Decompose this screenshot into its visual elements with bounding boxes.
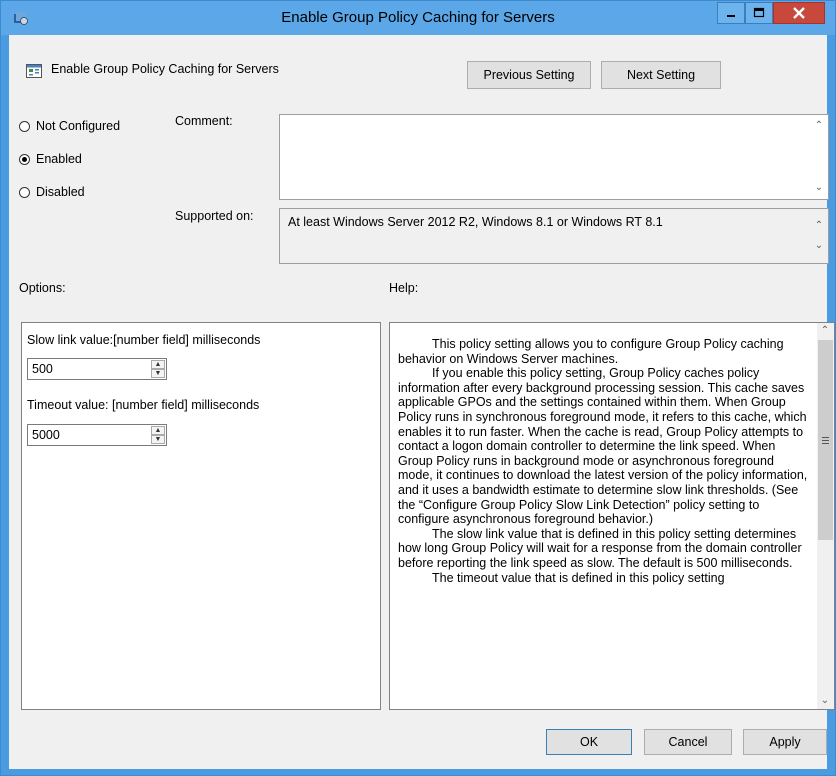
spin-up-icon[interactable]: ▲ [151, 360, 165, 369]
help-paragraph: This policy setting allows you to config… [398, 337, 784, 366]
supported-on-field[interactable]: At least Windows Server 2012 R2, Windows… [279, 208, 829, 264]
scroll-down-icon[interactable]: ⌄ [811, 238, 827, 254]
ok-button[interactable]: OK [546, 729, 632, 755]
scroll-up-icon[interactable]: ⌃ [811, 218, 827, 234]
radio-disabled-indicator [19, 186, 30, 198]
scroll-up-icon[interactable]: ⌃ [811, 118, 827, 134]
next-setting-button[interactable]: Next Setting [601, 61, 721, 89]
radio-not-configured-indicator [19, 120, 30, 132]
cancel-button[interactable]: Cancel [644, 729, 732, 755]
help-paragraph: If you enable this policy setting, Group… [398, 366, 808, 527]
help-label: Help: [389, 281, 419, 295]
close-icon [793, 7, 805, 19]
help-scroll-thumb[interactable] [818, 340, 833, 540]
options-panel: Slow link value:[number field] milliseco… [21, 322, 381, 710]
dialog-body: Enable Group Policy Caching for Servers … [9, 35, 835, 769]
close-button[interactable] [773, 2, 825, 24]
scroll-up-icon[interactable]: ⌃ [817, 323, 833, 339]
apply-button[interactable]: Apply [743, 729, 827, 755]
radio-not-configured[interactable]: Not Configured [19, 117, 120, 135]
help-scrollbar[interactable]: ⌃ ⌄ [817, 323, 834, 709]
maximize-button[interactable] [745, 2, 773, 24]
radio-not-configured-label: Not Configured [36, 119, 121, 133]
spin-up-icon[interactable]: ▲ [151, 426, 165, 435]
radio-disabled[interactable]: Disabled [19, 183, 85, 201]
previous-setting-button[interactable]: Previous Setting [467, 61, 591, 89]
minimize-icon [727, 15, 735, 17]
scroll-down-icon[interactable]: ⌄ [811, 180, 827, 196]
supported-on-value: At least Windows Server 2012 R2, Windows… [288, 215, 663, 229]
scroll-down-icon[interactable]: ⌄ [817, 693, 833, 709]
policy-window: Enable Group Policy Caching for Servers … [0, 0, 836, 776]
maximize-icon [753, 7, 765, 18]
spin-down-icon[interactable]: ▼ [151, 369, 165, 378]
radio-enabled[interactable]: Enabled [19, 150, 82, 168]
options-label: Options: [19, 281, 66, 295]
title-bar[interactable]: Enable Group Policy Caching for Servers [1, 1, 835, 35]
radio-enabled-indicator [19, 153, 30, 165]
radio-disabled-label: Disabled [36, 185, 85, 199]
policy-setting-icon [26, 63, 42, 79]
radio-enabled-label: Enabled [36, 152, 82, 166]
minimize-button[interactable] [717, 2, 745, 24]
supported-on-label: Supported on: [175, 209, 254, 223]
scroll-thumb-grip-icon [822, 437, 829, 444]
help-paragraph: The timeout value that is defined in thi… [432, 570, 725, 585]
slow-link-value: 500 [32, 362, 53, 376]
comment-label: Comment: [175, 114, 233, 128]
slow-link-input[interactable]: 500 ▲ ▼ [27, 358, 167, 380]
setting-header-title: Enable Group Policy Caching for Servers [51, 62, 279, 76]
timeout-value: 5000 [32, 428, 60, 442]
window-title: Enable Group Policy Caching for Servers [281, 9, 555, 26]
spin-down-icon[interactable]: ▼ [151, 435, 165, 444]
help-panel[interactable]: This policy setting allows you to config… [389, 322, 835, 710]
timeout-input[interactable]: 5000 ▲ ▼ [27, 424, 167, 446]
help-paragraph: The slow link value that is defined in t… [398, 526, 802, 570]
comment-field[interactable]: ⌃ ⌄ [279, 114, 829, 200]
help-text: This policy setting allows you to config… [398, 337, 810, 585]
timeout-label: Timeout value: [number field] millisecon… [27, 398, 260, 412]
slow-link-label: Slow link value:[number field] milliseco… [27, 333, 261, 347]
